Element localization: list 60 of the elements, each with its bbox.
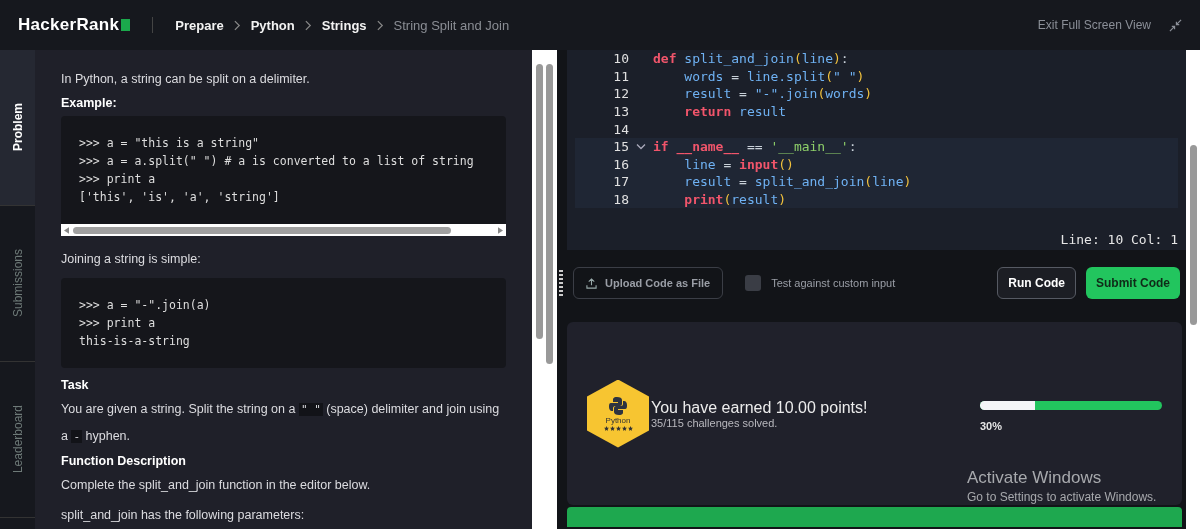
side-tab[interactable]: Problem <box>0 50 35 206</box>
challenges-count: 35/115 challenges solved. <box>651 416 779 429</box>
chevron-icon <box>233 19 241 31</box>
activation-notice-text: Go to Settings to activate Windows. <box>967 490 1157 504</box>
section-heading: Function Description <box>61 454 187 468</box>
breadcrumb-link[interactable]: Prepare <box>175 17 224 33</box>
snake-logo-icon <box>608 396 628 416</box>
code-line: line = input() <box>683 156 794 172</box>
scroll-left-icon[interactable] <box>64 226 69 234</box>
drag-handle-icon[interactable] <box>559 270 563 296</box>
horizontal-scrollbar[interactable] <box>61 224 506 236</box>
collapse-icon[interactable] <box>1169 18 1182 32</box>
cursor-position: Line: 10 Col: 1 <box>1059 232 1178 248</box>
submit-button[interactable]: Submit Code <box>1086 267 1180 299</box>
paragraph: Joining a string is simple: <box>61 251 202 268</box>
line-number: 11 <box>612 68 629 84</box>
chevron-icon <box>304 19 312 31</box>
line-number: 12 <box>612 86 629 102</box>
line-number: 17 <box>612 174 629 190</box>
line-number: 14 <box>612 121 629 137</box>
run-button[interactable]: Run Code <box>997 267 1076 299</box>
code-block: >>> a = "-".join(a) >>> print a this-is-a-string <box>61 278 506 368</box>
breadcrumb-link[interactable]: Python <box>250 17 295 33</box>
paragraph: Complete the split_and_join function in the editor below. <box>61 477 372 494</box>
logo[interactable]: HackerRank <box>18 15 131 35</box>
python-badge: Python <box>587 379 649 448</box>
code-line: result = "-".join(words) <box>683 86 873 102</box>
code-editor[interactable] <box>567 50 1186 250</box>
checkbox-label: Test against custom input <box>771 277 896 289</box>
scrollbar[interactable] <box>1186 50 1200 529</box>
chevron-icon <box>376 19 384 31</box>
activation-notice-title: Activate Windows <box>967 468 1103 488</box>
line-number: 10 <box>612 51 629 67</box>
scrollbar[interactable] <box>532 50 557 529</box>
scroll-right-icon[interactable] <box>498 226 503 234</box>
paragraph: In Python, a string can be split on a delimiter. <box>61 71 311 88</box>
code-block: >>> a = "this is a string" >>> a = a.split(" ") # a is converted to a list of string >>> print a ['this', 'is', 'a', 'string'] <box>61 116 506 224</box>
section-heading: Example: <box>61 96 118 110</box>
progress-percent: 30% <box>980 420 1004 432</box>
points-message: You have earned 10.00 points! <box>651 398 868 417</box>
line-number: 13 <box>612 104 629 120</box>
section-heading: Task <box>61 378 90 392</box>
paragraph: split_and_join has the following parameters: <box>61 507 306 524</box>
code-line: words = line.split(" ") <box>683 68 865 84</box>
line-number: 16 <box>612 156 629 172</box>
code-line: return result <box>683 104 787 120</box>
code-line: print(result) <box>683 192 787 208</box>
fold-caret-icon[interactable] <box>636 142 646 151</box>
line-number: 18 <box>612 192 629 208</box>
code-line: def split_and_join(line): <box>653 51 849 67</box>
breadcrumb-link[interactable]: Strings <box>321 17 367 33</box>
line-number: 15 <box>612 139 629 155</box>
code-line: if __name__ == '__main__': <box>653 139 857 155</box>
code-line: result = split_and_join(line) <box>683 174 912 190</box>
checkbox[interactable] <box>745 275 762 291</box>
breadcrumb-link[interactable]: String Split and Join <box>393 17 510 33</box>
upload-icon <box>586 277 597 289</box>
exit-fullscreen-link[interactable]: Exit Full Screen View <box>1037 18 1151 32</box>
paragraph: You are given a string. Split the string on a " " (space) delimiter and join using a - hyphen. <box>61 401 501 445</box>
upload-button[interactable]: Upload Code as File <box>573 267 724 299</box>
